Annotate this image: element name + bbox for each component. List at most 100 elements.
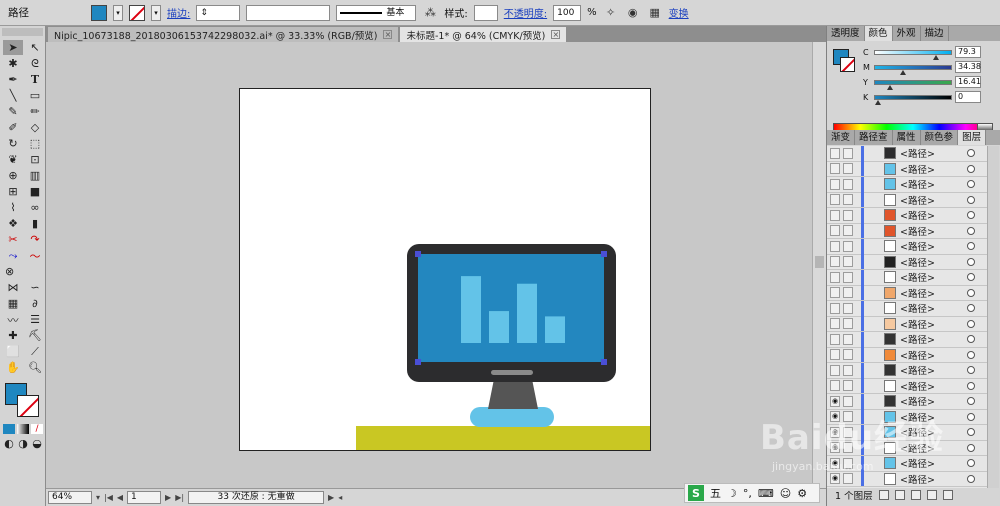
tools-grip[interactable] bbox=[2, 28, 43, 36]
stroke-weight-field[interactable]: ⇕ bbox=[196, 4, 241, 21]
perspective-grid-tool-icon[interactable]: ▥ bbox=[25, 168, 45, 183]
lock-icon[interactable] bbox=[843, 163, 853, 175]
tab-attributes[interactable]: 属性 bbox=[893, 130, 921, 145]
layer-row[interactable]: <路径> bbox=[827, 254, 987, 270]
lock-icon[interactable] bbox=[843, 271, 853, 283]
close-icon[interactable]: × bbox=[383, 30, 393, 39]
clipping-mask-icon[interactable] bbox=[894, 490, 905, 500]
panel-stroke-swatch[interactable] bbox=[840, 57, 855, 72]
stroke-profile-field[interactable]: 基本 bbox=[336, 4, 417, 21]
lock-icon[interactable] bbox=[843, 333, 853, 345]
list-tool-icon[interactable]: ☰ bbox=[25, 312, 45, 327]
target-icon[interactable] bbox=[967, 273, 975, 282]
visibility-icon[interactable] bbox=[830, 147, 840, 159]
rectangle-tool-icon[interactable]: ▭ bbox=[25, 88, 45, 103]
line-tool-icon[interactable]: ╲ bbox=[3, 88, 23, 103]
paintbrush-tool-icon[interactable]: ✎ bbox=[3, 104, 23, 119]
tab-appearance[interactable]: 外观 bbox=[893, 26, 921, 41]
globe-icon[interactable]: ◉ bbox=[625, 5, 641, 21]
visibility-icon[interactable] bbox=[830, 333, 840, 345]
locate-object-icon[interactable] bbox=[878, 490, 889, 500]
draw-behind-icon[interactable]: ◑ bbox=[17, 437, 29, 450]
lock-icon[interactable] bbox=[843, 364, 853, 376]
eraser-tool-icon[interactable]: ◇ bbox=[25, 120, 45, 135]
smooth-tool-icon[interactable]: 〰 bbox=[3, 312, 23, 327]
punct-icon[interactable]: °, bbox=[743, 487, 752, 500]
visibility-icon[interactable] bbox=[830, 287, 840, 299]
live-paint-tool-icon[interactable]: ⛏ bbox=[25, 328, 45, 343]
layer-row[interactable]: <路径> bbox=[827, 285, 987, 301]
direct-selection-tool-icon[interactable]: ↖ bbox=[25, 40, 45, 55]
tab-pathfinder[interactable]: 路径查 bbox=[855, 130, 893, 145]
visibility-icon[interactable] bbox=[830, 163, 840, 175]
k-slider[interactable] bbox=[874, 94, 952, 105]
first-page-icon[interactable]: |◀ bbox=[104, 493, 113, 502]
align-icon[interactable]: ▦ bbox=[647, 5, 663, 21]
layer-row[interactable]: <路径> bbox=[827, 378, 987, 394]
target-icon[interactable] bbox=[967, 412, 975, 421]
illustration[interactable] bbox=[240, 89, 651, 451]
target-icon[interactable] bbox=[967, 149, 975, 158]
layer-row[interactable]: <路径> bbox=[827, 316, 987, 332]
lock-icon[interactable] bbox=[843, 473, 853, 485]
hand-tool-icon[interactable]: ✋ bbox=[3, 360, 23, 375]
settings-icon[interactable]: ⚙ bbox=[797, 487, 807, 500]
pencil-tool-icon[interactable]: ✏ bbox=[25, 104, 45, 119]
visibility-icon[interactable] bbox=[830, 194, 840, 206]
knife-tool-icon[interactable]: ⟋ bbox=[25, 344, 45, 359]
warp-tool-icon[interactable]: ❦ bbox=[3, 152, 23, 167]
layer-row[interactable]: <路径> bbox=[827, 192, 987, 208]
target-icon[interactable] bbox=[967, 428, 975, 437]
visibility-icon[interactable] bbox=[830, 364, 840, 376]
align-stroke-icon[interactable]: ⁂ bbox=[422, 5, 438, 21]
lock-icon[interactable] bbox=[843, 287, 853, 299]
keyboard-icon[interactable]: ⌨ bbox=[758, 487, 774, 500]
target-icon[interactable] bbox=[967, 443, 975, 452]
ime-toolbar[interactable]: S 五 ☽ °, ⌨ ☺ ⚙ bbox=[684, 483, 820, 503]
target-icon[interactable] bbox=[967, 459, 975, 468]
new-layer-icon[interactable] bbox=[926, 490, 937, 500]
target-tool-icon[interactable]: ⊗ bbox=[3, 264, 23, 279]
color-mode-icon[interactable] bbox=[3, 424, 15, 434]
target-icon[interactable] bbox=[967, 319, 975, 328]
visibility-icon[interactable] bbox=[830, 225, 840, 237]
m-slider[interactable] bbox=[874, 64, 952, 75]
ime-mode-label[interactable]: 五 bbox=[710, 485, 721, 501]
target-icon[interactable] bbox=[967, 304, 975, 313]
visibility-icon[interactable]: ◉ bbox=[830, 395, 840, 407]
y-slider[interactable] bbox=[874, 79, 952, 90]
lock-icon[interactable] bbox=[843, 240, 853, 252]
delete-layer-icon[interactable] bbox=[942, 490, 953, 500]
target-icon[interactable] bbox=[967, 226, 975, 235]
stroke-link[interactable]: 描边: bbox=[167, 5, 190, 20]
layer-row[interactable]: ◉ <路径> bbox=[827, 471, 987, 487]
c-slider[interactable] bbox=[874, 49, 952, 60]
lock-icon[interactable] bbox=[843, 349, 853, 361]
target-icon[interactable] bbox=[967, 474, 975, 483]
visibility-icon[interactable] bbox=[830, 380, 840, 392]
visibility-icon[interactable] bbox=[830, 240, 840, 252]
visibility-icon[interactable] bbox=[830, 209, 840, 221]
stroke-dropdown[interactable]: ▾ bbox=[151, 4, 161, 21]
lock-icon[interactable] bbox=[843, 395, 853, 407]
layer-row[interactable]: ◉ <路径> bbox=[827, 393, 987, 410]
c-value-field[interactable]: 79.3 bbox=[955, 46, 981, 58]
layer-row[interactable]: <路径> bbox=[827, 362, 987, 379]
prev-page-icon[interactable]: ◀ bbox=[117, 493, 123, 502]
layer-row[interactable]: <路径> bbox=[827, 146, 987, 162]
fill-stroke-widget[interactable] bbox=[3, 381, 43, 421]
moon-icon[interactable]: ☽ bbox=[727, 487, 737, 500]
y-value-field[interactable]: 16.41 bbox=[955, 76, 981, 88]
target-icon[interactable] bbox=[967, 366, 975, 375]
variable-width-field[interactable] bbox=[246, 4, 331, 21]
tab-gradient[interactable]: 渐变 bbox=[827, 130, 856, 145]
zoom-dropdown-icon[interactable]: ▾ bbox=[96, 493, 100, 502]
zoom-tool-icon[interactable]: 🔍︎ bbox=[25, 360, 45, 375]
artboard[interactable] bbox=[239, 88, 651, 451]
curve-tool-icon[interactable]: ∽ bbox=[25, 280, 45, 295]
type-tool-icon[interactable]: T bbox=[25, 72, 45, 87]
lock-icon[interactable] bbox=[843, 194, 853, 206]
visibility-icon[interactable] bbox=[830, 256, 840, 268]
tab-layers[interactable]: 图层 bbox=[958, 130, 987, 145]
layer-row[interactable]: <路径> bbox=[827, 331, 987, 348]
